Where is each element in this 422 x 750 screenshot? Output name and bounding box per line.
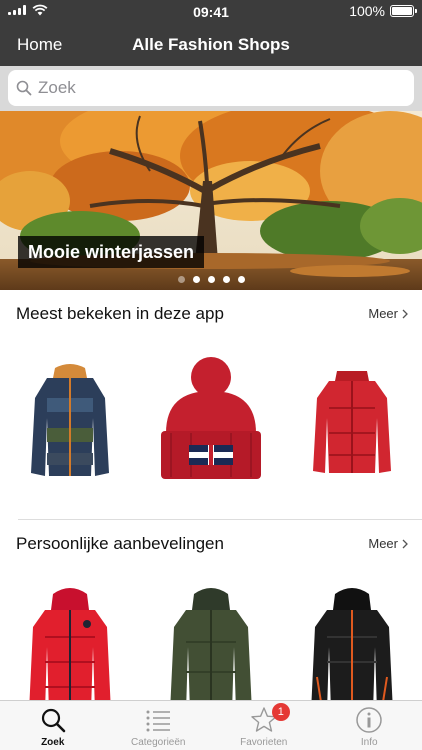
- section-title: Meest bekeken in deze app: [16, 304, 224, 323]
- status-right: 100%: [349, 3, 417, 19]
- search-area: [0, 66, 422, 111]
- section-divider: [18, 519, 422, 520]
- info-icon: [356, 707, 382, 733]
- jacket-image: [311, 588, 393, 700]
- chevron-right-icon: [402, 309, 408, 318]
- more-link[interactable]: Meer: [368, 306, 408, 321]
- jacket-image: [170, 588, 252, 700]
- battery-icon: [390, 5, 417, 17]
- section-most-viewed: Meest bekeken in deze app Meer: [0, 304, 422, 519]
- product-black-winter-jacket[interactable]: [281, 582, 422, 700]
- page-dot[interactable]: [237, 276, 245, 283]
- tab-search[interactable]: Zoek: [0, 701, 106, 750]
- section-recommendations: Persoonlijke aanbevelingen Meer: [0, 534, 422, 700]
- banner-carousel[interactable]: Mooie winterjassen: [0, 111, 422, 290]
- more-label: Meer: [368, 306, 398, 321]
- banner-caption: Mooie winterjassen: [18, 236, 205, 268]
- jacket-image: [31, 364, 110, 476]
- jacket-image: [312, 371, 391, 473]
- tab-info[interactable]: Info: [317, 701, 422, 750]
- page-title: Alle Fashion Shops: [132, 35, 290, 54]
- search-icon: [16, 80, 32, 96]
- status-bar: 09:41 100%: [0, 0, 422, 22]
- section-title: Persoonlijke aanbevelingen: [16, 534, 224, 553]
- product-red-puffer-jacket[interactable]: [281, 348, 422, 498]
- product-green-winter-jacket[interactable]: [141, 582, 282, 700]
- navigation-bar: Home Alle Fashion Shops: [0, 22, 422, 66]
- product-row: [0, 582, 422, 700]
- notification-badge: 1: [271, 703, 290, 721]
- jacket-image: [29, 588, 111, 700]
- product-red-winter-jacket[interactable]: [0, 582, 141, 700]
- list-icon: [146, 710, 171, 732]
- page-dot[interactable]: [192, 276, 200, 283]
- product-kids-puffer-jacket[interactable]: [0, 348, 141, 498]
- tab-label: Categorieën: [131, 737, 186, 748]
- search-icon: [41, 708, 66, 733]
- more-label: Meer: [368, 536, 398, 551]
- tab-favorites[interactable]: 1 Favorieten: [211, 701, 317, 750]
- more-link[interactable]: Meer: [368, 536, 408, 551]
- tab-bar: Zoek Categorieën 1 Favorieten Info: [0, 700, 422, 750]
- page-indicator[interactable]: [0, 276, 422, 283]
- tab-label: Info: [360, 737, 378, 748]
- page-dot[interactable]: [207, 276, 215, 283]
- page-dot[interactable]: [222, 276, 230, 283]
- search-box[interactable]: [8, 70, 414, 106]
- tab-categories[interactable]: Categorieën: [106, 701, 212, 750]
- battery-percentage: 100%: [349, 3, 385, 19]
- beanie-image: [160, 357, 261, 479]
- tab-label: Favorieten: [240, 737, 288, 748]
- product-row: [0, 348, 422, 498]
- page-dot[interactable]: [177, 276, 185, 283]
- product-beanie[interactable]: [141, 348, 282, 498]
- chevron-right-icon: [402, 539, 408, 548]
- tab-label: Zoek: [41, 737, 65, 748]
- search-input[interactable]: [38, 78, 398, 98]
